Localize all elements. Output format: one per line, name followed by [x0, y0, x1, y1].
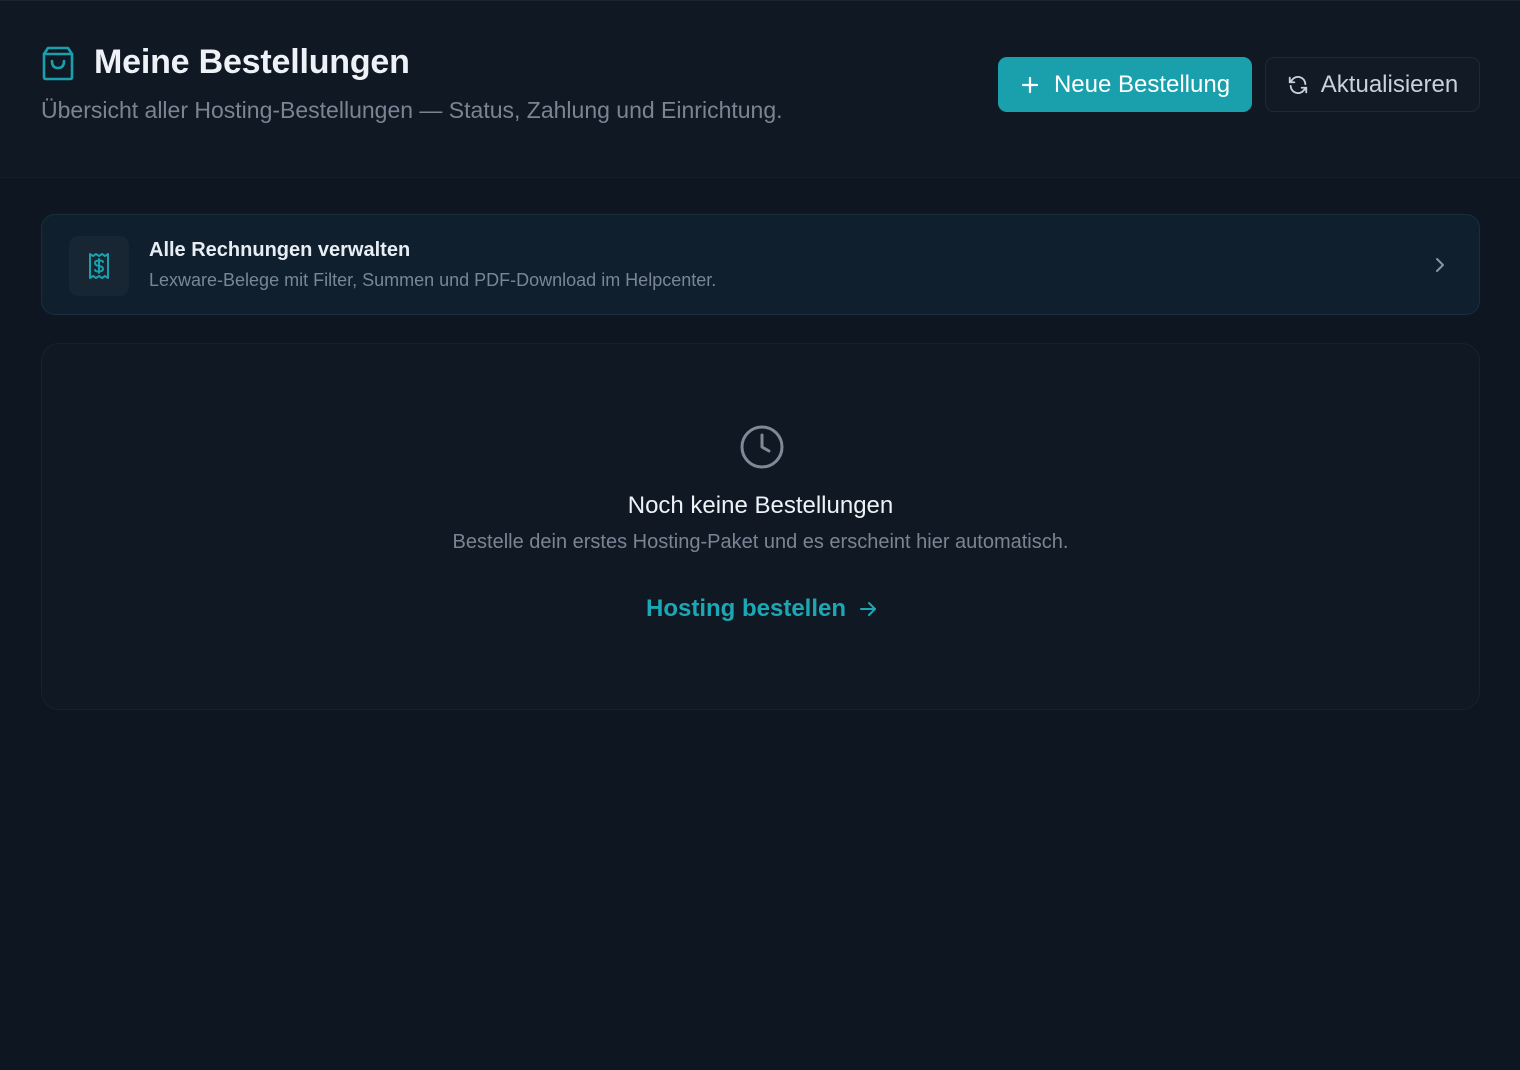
order-hosting-link[interactable]: Hosting bestellen: [646, 595, 878, 623]
refresh-label: Aktualisieren: [1320, 70, 1459, 98]
page-title: Meine Bestellungen: [94, 43, 410, 81]
invoice-icon-box: [69, 236, 129, 296]
empty-state-description: Bestelle dein erstes Hosting-Paket und e…: [452, 531, 1069, 553]
page-header: Meine Bestellungen Übersicht aller Hosti…: [0, 0, 1520, 178]
refresh-button[interactable]: Aktualisieren: [1265, 57, 1480, 112]
empty-state-card: Noch keine Bestellungen Bestelle dein er…: [41, 343, 1480, 710]
arrow-right-icon: [860, 602, 877, 616]
order-hosting-label: Hosting bestellen: [646, 595, 847, 622]
clock-icon: [739, 424, 785, 470]
invoices-card-description: Lexware-Belege mit Filter, Summen und PD…: [149, 270, 717, 290]
new-order-label: Neue Bestellung: [1053, 70, 1231, 98]
manage-invoices-card[interactable]: Alle Rechnungen verwalten Lexware-Belege…: [41, 214, 1480, 315]
invoices-card-title: Alle Rechnungen verwalten: [149, 239, 411, 261]
refresh-icon: [1288, 75, 1307, 94]
new-order-button[interactable]: Neue Bestellung: [998, 57, 1252, 112]
shopping-bag-icon: [41, 44, 75, 82]
title-row: Meine Bestellungen: [41, 43, 410, 82]
empty-state-title: Noch keine Bestellungen: [627, 492, 894, 519]
orders-page: Meine Bestellungen Übersicht aller Hosti…: [0, 0, 1520, 1070]
plus-icon: [1021, 76, 1039, 93]
chevron-right-icon: [1431, 255, 1449, 275]
receipt-dollar-icon: [89, 253, 109, 279]
page-subtitle: Übersicht aller Hosting-Bestellungen — S…: [41, 97, 783, 123]
